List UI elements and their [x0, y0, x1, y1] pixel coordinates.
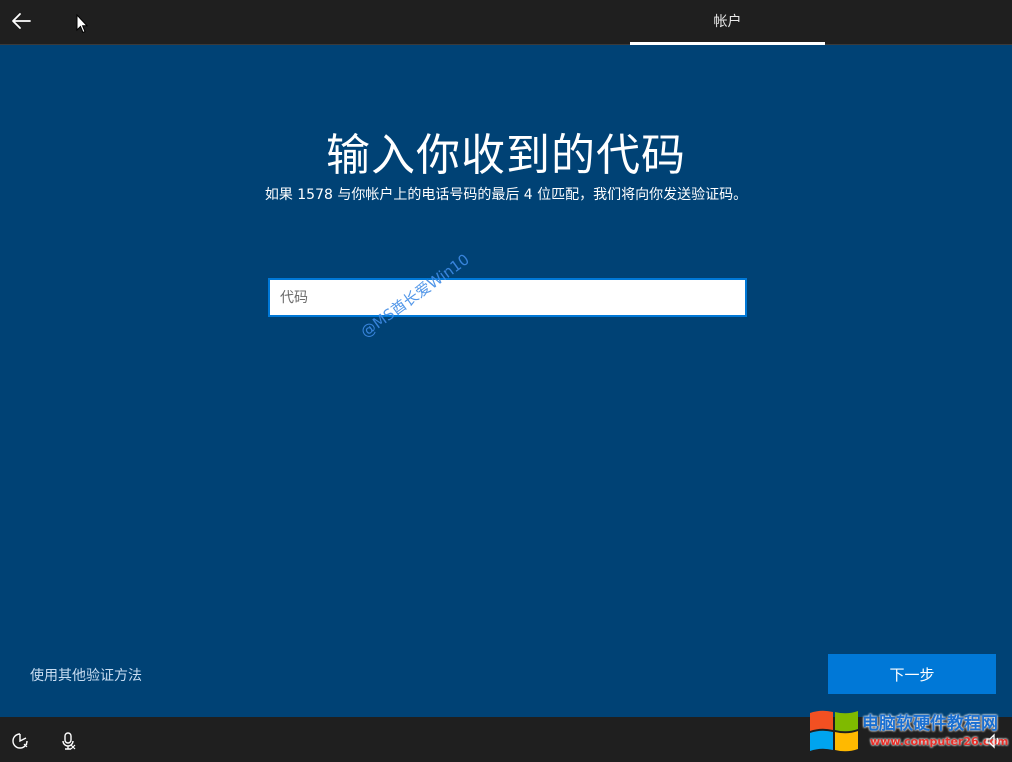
site-logo: 电脑软硬件教程网 www.computer26.com	[806, 705, 1012, 762]
arrow-left-icon	[12, 13, 31, 29]
windows-flag-icon	[810, 710, 858, 752]
accessibility-button[interactable]	[10, 731, 30, 751]
microphone-icon	[62, 732, 76, 750]
microphone-button[interactable]	[58, 731, 78, 751]
accessibility-icon	[12, 733, 28, 749]
mouse-cursor-icon	[76, 14, 88, 34]
site-logo-name: 电脑软硬件教程网	[862, 714, 998, 734]
code-input[interactable]	[268, 278, 747, 317]
oobe-screen: 帐户 输入你收到的代码 如果 1578 与你帐户上的电话号码的最后 4 位匹配，…	[0, 0, 1012, 762]
back-button[interactable]	[8, 8, 34, 34]
main-panel: 输入你收到的代码 如果 1578 与你帐户上的电话号码的最后 4 位匹配，我们将…	[0, 45, 1012, 717]
page-subtitle: 如果 1578 与你帐户上的电话号码的最后 4 位匹配，我们将向你发送验证码。	[264, 187, 748, 203]
alt-verification-link[interactable]: 使用其他验证方法	[30, 665, 142, 685]
tab-account-label: 帐户	[713, 14, 742, 30]
tab-account[interactable]: 帐户	[630, 0, 825, 45]
next-button[interactable]: 下一步	[828, 654, 996, 694]
page-title: 输入你收到的代码	[326, 130, 686, 181]
top-bar: 帐户	[0, 0, 1012, 45]
volume-icon[interactable]	[985, 732, 1003, 750]
